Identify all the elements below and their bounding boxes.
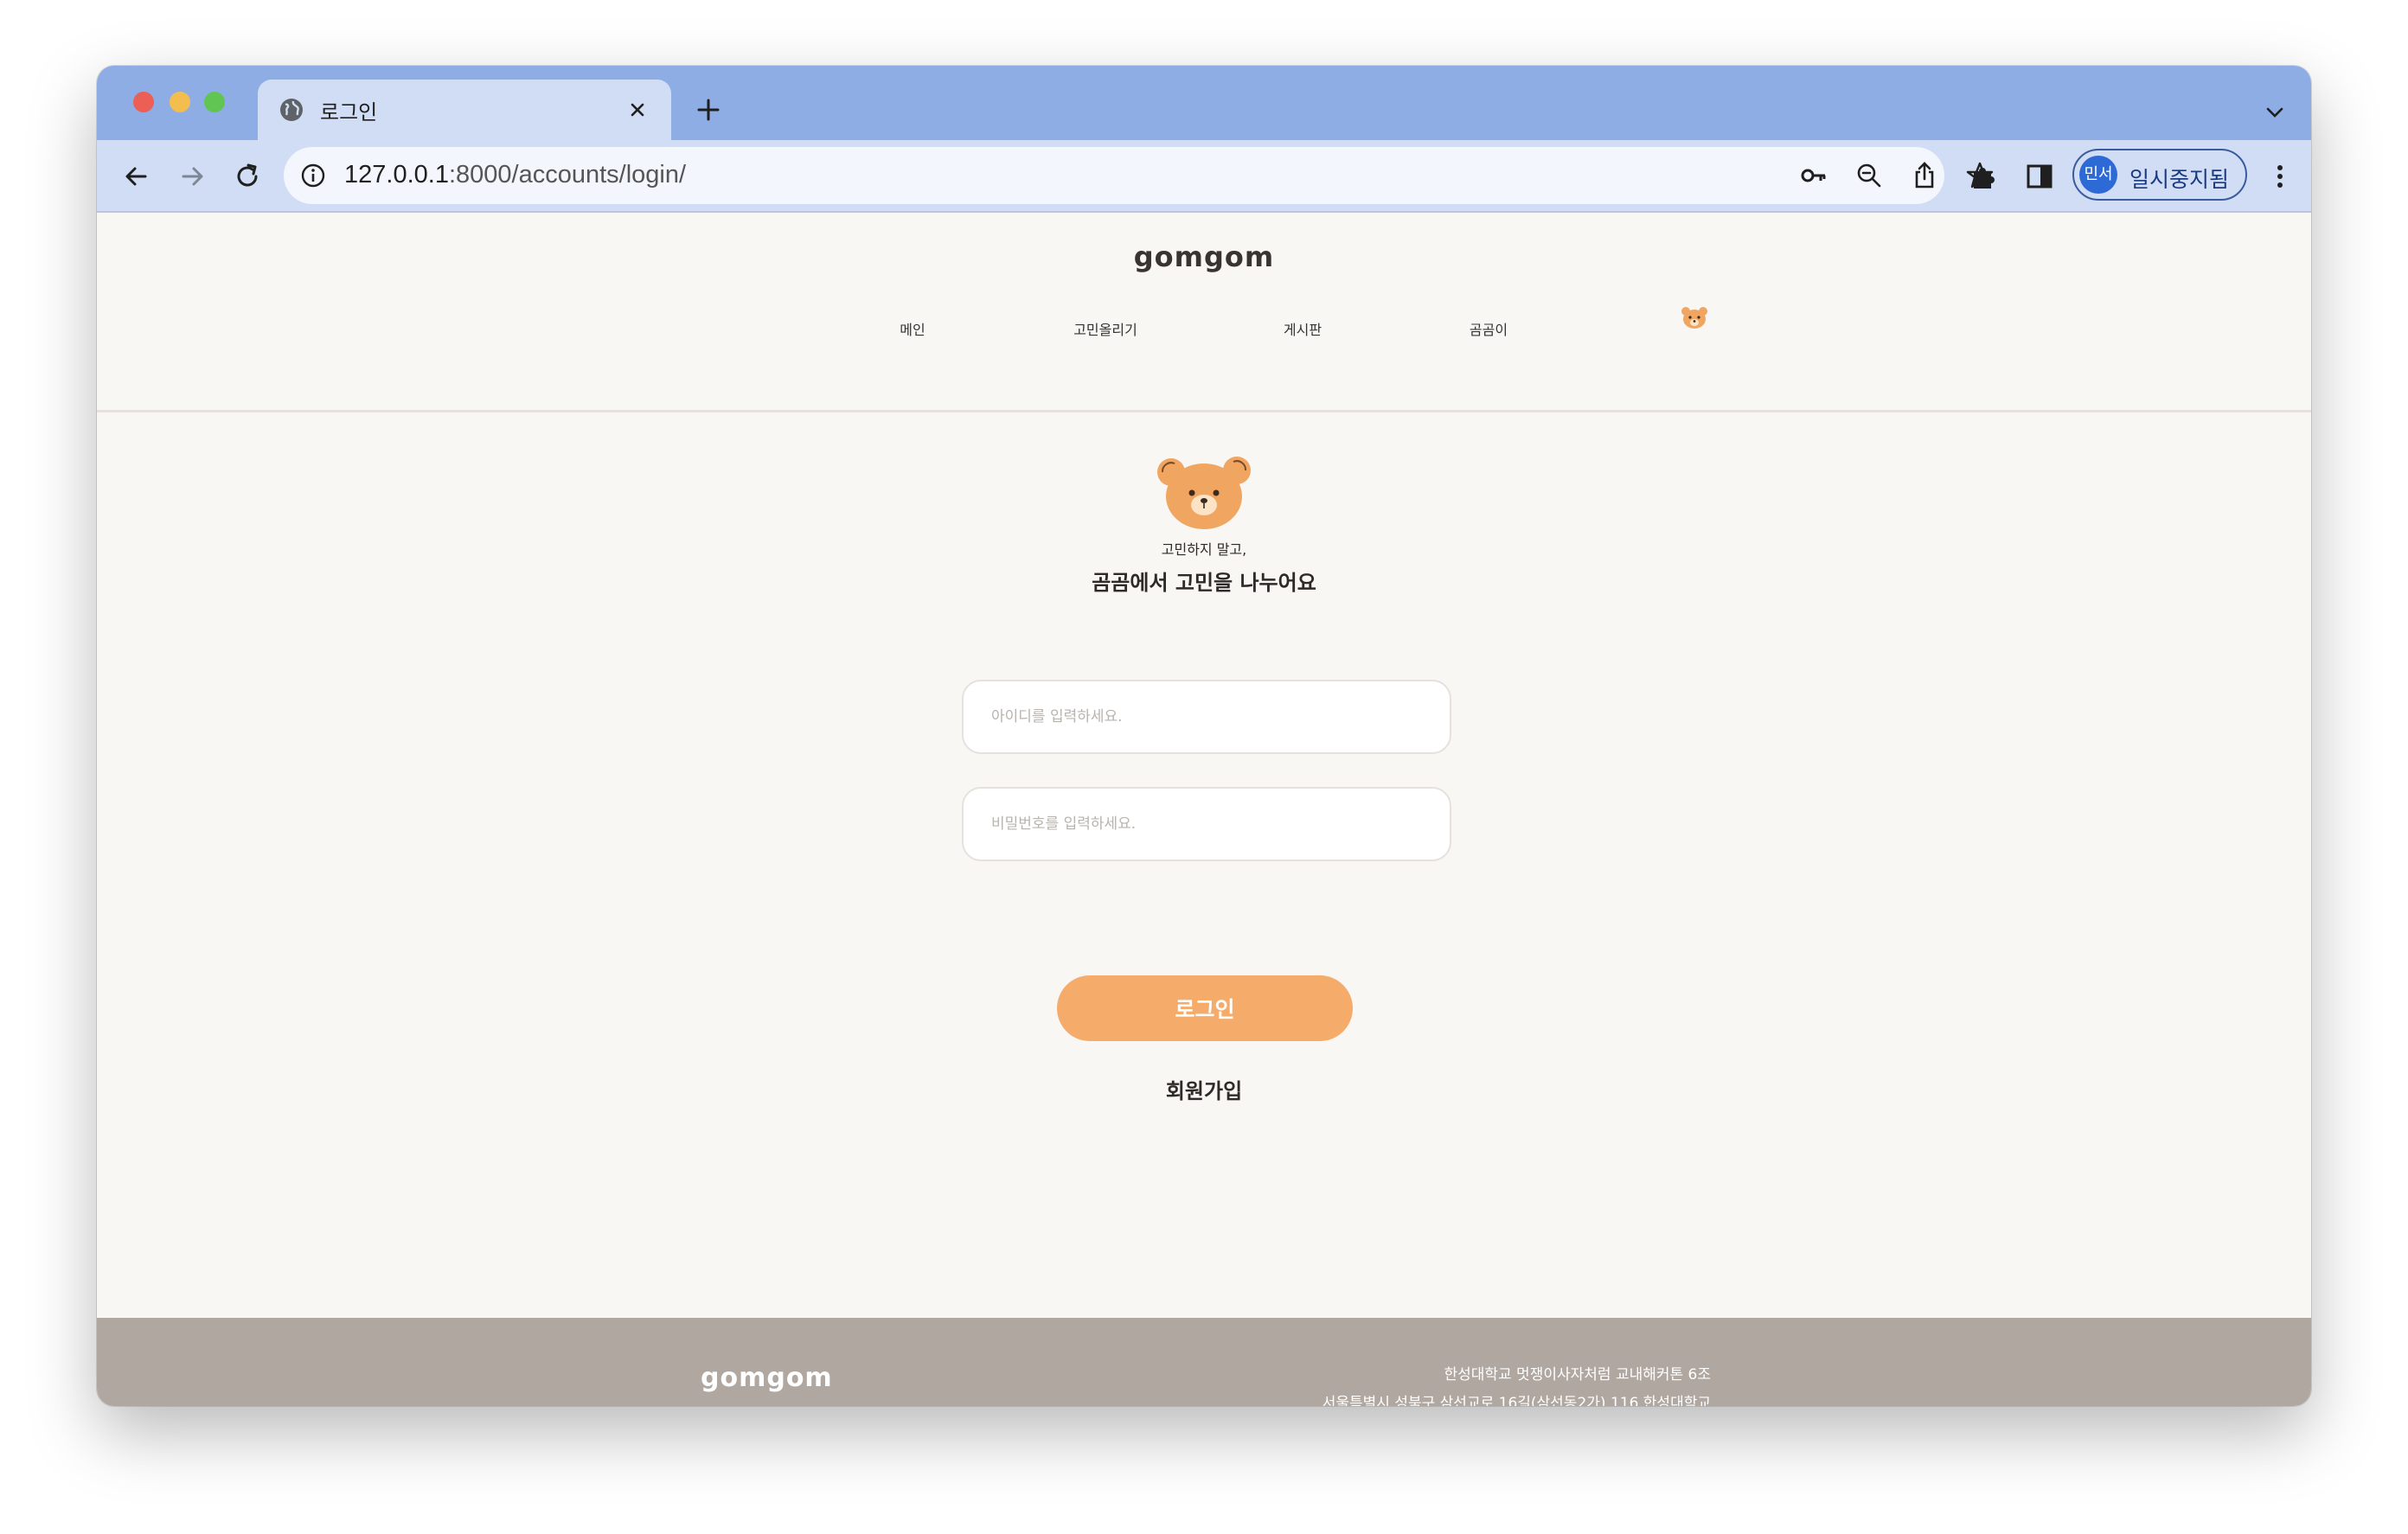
globe-icon <box>280 99 303 121</box>
zoom-out-icon[interactable] <box>1854 161 1884 190</box>
nav-divider <box>97 410 2311 412</box>
bear-icon[interactable] <box>1680 304 1709 330</box>
browser-window: 로그인 127.0.0.1:8000/accounts/login/ 민서 일시… <box>97 66 2311 1406</box>
tab-title: 로그인 <box>320 100 378 125</box>
footer-address: 서울특별시 성북구 삼선교로 16길(삼선동2가) 116 한성대학교 <box>1322 1395 1711 1406</box>
nav-item-gomgomi[interactable]: 곰곰이 <box>1470 318 1508 339</box>
username-input[interactable] <box>962 680 1451 754</box>
close-window-button[interactable] <box>133 92 154 112</box>
nav-item-board[interactable]: 게시판 <box>1284 318 1322 339</box>
footer-info: 한성대학교 멋쟁이사자처럼 교내해커톤 6조 서울특별시 성북구 삼선교로 16… <box>1322 1361 1711 1406</box>
minimize-window-button[interactable] <box>170 92 190 112</box>
page-content: gomgom 메인 고민올리기 게시판 곰곰이 고민하지 말고, 곰곰에서 고민… <box>97 214 2311 1406</box>
bear-mascot-icon <box>1157 457 1251 529</box>
signup-link[interactable]: 회원가입 <box>97 1074 2311 1104</box>
profile-status: 일시중지됨 <box>2129 167 2230 192</box>
password-input[interactable] <box>962 787 1451 861</box>
login-button[interactable]: 로그인 <box>1057 975 1353 1041</box>
browser-tab[interactable]: 로그인 <box>258 80 671 140</box>
back-icon[interactable] <box>119 159 154 194</box>
url-host: 127.0.0.1 <box>344 161 449 189</box>
forward-icon[interactable] <box>175 159 209 194</box>
nav-item-main[interactable]: 메인 <box>900 318 925 339</box>
url-text: 127.0.0.1:8000/accounts/login/ <box>344 161 686 189</box>
kebab-menu-icon[interactable] <box>2263 159 2297 194</box>
site-logo[interactable]: gomgom <box>97 240 2311 273</box>
main-nav: 메인 고민올리기 게시판 곰곰이 <box>97 307 2311 344</box>
browser-toolbar: 127.0.0.1:8000/accounts/login/ 민서 일시중지됨 <box>97 140 2311 213</box>
close-tab-icon[interactable] <box>624 97 650 123</box>
side-panel-icon[interactable] <box>2022 159 2057 194</box>
reload-icon[interactable] <box>230 159 265 194</box>
address-bar[interactable]: 127.0.0.1:8000/accounts/login/ <box>284 147 1994 204</box>
avatar: 민서 <box>2079 156 2117 194</box>
chevron-down-icon[interactable] <box>2263 100 2287 125</box>
url-path: :8000/accounts/login/ <box>448 161 687 189</box>
new-tab-icon[interactable] <box>694 95 723 125</box>
key-icon[interactable] <box>1799 161 1828 190</box>
footer-team: 한성대학교 멋쟁이사자처럼 교내해커톤 6조 <box>1444 1366 1711 1384</box>
maximize-window-button[interactable] <box>204 92 225 112</box>
share-icon[interactable] <box>1910 161 1939 190</box>
footer: gomgom 한성대학교 멋쟁이사자처럼 교내해커톤 6조 서울특별시 성북구 … <box>97 1318 2311 1406</box>
footer-logo: gomgom <box>701 1363 833 1393</box>
hero-subtitle: 고민하지 말고, <box>1161 541 1247 558</box>
profile-button[interactable]: 민서 일시중지됨 <box>2072 149 2247 201</box>
tab-strip: 로그인 <box>97 66 2311 140</box>
nav-item-post-worry[interactable]: 고민올리기 <box>1073 318 1137 339</box>
page-title: 곰곰에서 고민을 나누어요 <box>1092 571 1316 595</box>
extensions-icon[interactable] <box>1967 159 2001 194</box>
site-info-icon[interactable] <box>299 162 327 189</box>
